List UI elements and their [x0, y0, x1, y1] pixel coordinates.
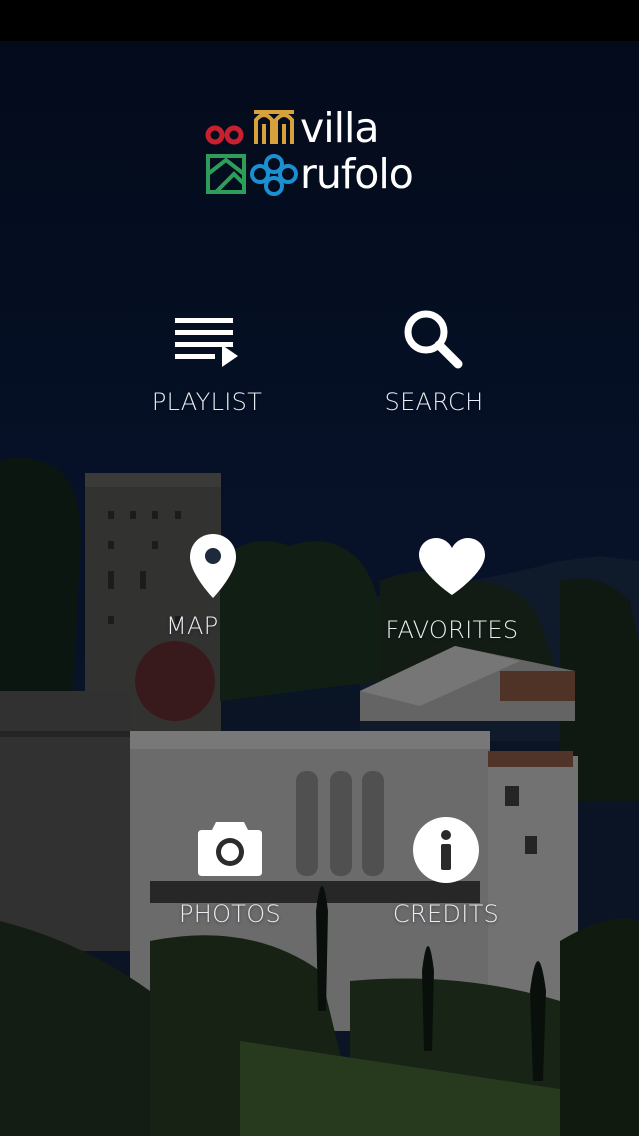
logo-text-rufolo: rufolo: [300, 150, 414, 198]
search-label: SEARCH: [384, 388, 484, 416]
photos-label: PHOTOS: [179, 900, 281, 928]
playlist-label: PLAYLIST: [151, 388, 263, 416]
map-pin-icon: [190, 534, 236, 598]
camera-icon: [198, 822, 262, 876]
photos-button[interactable]: PHOTOS: [168, 818, 292, 928]
favorites-button[interactable]: FAVORITES: [378, 537, 526, 644]
search-icon: [404, 310, 463, 369]
credits-button[interactable]: CREDITS: [382, 816, 510, 928]
info-icon: [413, 817, 479, 883]
map-label: MAP: [166, 612, 219, 640]
search-button[interactable]: SEARCH: [370, 308, 498, 416]
status-bar: [0, 0, 639, 41]
credits-label: CREDITS: [392, 900, 500, 928]
villa-rufolo-logo: villa rufolo: [204, 104, 454, 200]
favorites-label: FAVORITES: [385, 616, 519, 644]
app-screen: villa rufolo PLAYLIST SEARCH MAP FAVORIT…: [0, 0, 639, 1136]
logo-text-villa: villa: [300, 104, 380, 152]
background-photo: [0, 41, 639, 1136]
map-button[interactable]: MAP: [158, 532, 268, 640]
heart-icon: [419, 538, 485, 595]
playlist-button[interactable]: PLAYLIST: [140, 312, 274, 416]
logo-mark-icon: [205, 110, 298, 196]
playlist-icon: [175, 318, 238, 367]
